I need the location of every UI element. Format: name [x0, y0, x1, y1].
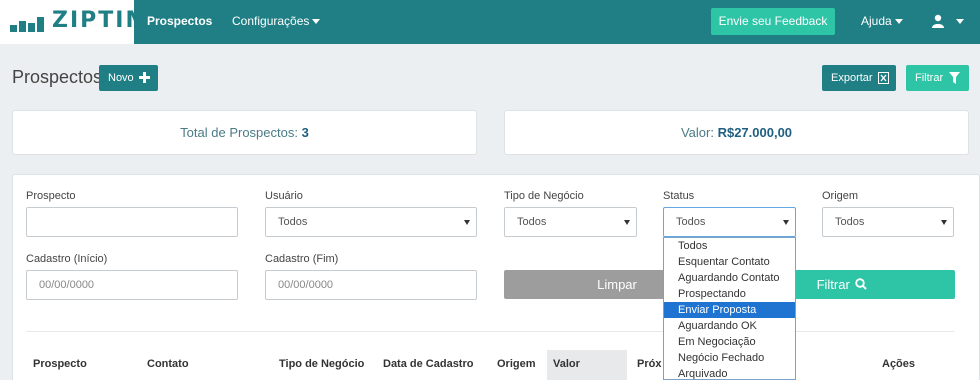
- chevron-down-icon: [624, 220, 630, 225]
- status-option[interactable]: Todos: [664, 238, 795, 254]
- chevron-down-icon: [941, 220, 947, 225]
- cadastro-inicio-placeholder: 00/00/0000: [39, 279, 95, 291]
- total-prospectos-card: Total de Prospectos: 3: [12, 110, 477, 155]
- excel-file-icon: [878, 72, 889, 84]
- novo-label: Novo: [108, 72, 134, 84]
- cadastro-inicio-input[interactable]: 00/00/0000: [26, 270, 238, 300]
- filter-divider: [26, 331, 954, 332]
- status-option[interactable]: Negócio Fechado: [664, 350, 795, 366]
- tipo-negocio-select[interactable]: Todos: [504, 207, 637, 237]
- status-option[interactable]: Aguardando Contato: [664, 270, 795, 286]
- chevron-down-icon: [894, 19, 903, 25]
- th-proximo[interactable]: Próx: [637, 358, 661, 370]
- total-value: 3: [301, 125, 309, 140]
- prospecto-input[interactable]: [26, 207, 238, 237]
- chevron-down-icon: [312, 19, 321, 25]
- status-option[interactable]: Em Negociação: [664, 334, 795, 350]
- plus-icon: [139, 72, 150, 83]
- th-prospecto[interactable]: Prospecto: [33, 358, 87, 370]
- filtrar-label: Filtrar: [816, 277, 850, 292]
- logo-bars-icon: [10, 12, 44, 32]
- th-origem[interactable]: Origem: [497, 358, 536, 370]
- usuario-value: Todos: [278, 216, 308, 228]
- total-label: Total de Prospectos:: [180, 125, 302, 140]
- status-option[interactable]: Arquivado: [664, 366, 795, 379]
- user-menu-chevron-icon[interactable]: [956, 19, 964, 24]
- brand-logo[interactable]: ZIPTIME: [0, 0, 164, 44]
- usuario-select[interactable]: Todos: [265, 207, 477, 237]
- novo-button[interactable]: Novo: [99, 65, 158, 91]
- th-contato[interactable]: Contato: [147, 358, 189, 370]
- user-icon[interactable]: [932, 14, 944, 28]
- chevron-down-icon: [783, 220, 789, 225]
- search-icon: [855, 278, 868, 290]
- origem-select[interactable]: Todos: [822, 207, 954, 237]
- origem-label: Origem: [822, 190, 859, 202]
- nav-ajuda[interactable]: Ajuda: [861, 14, 903, 28]
- filtrar-toggle-button[interactable]: Filtrar: [906, 65, 969, 91]
- valor-label: Valor:: [680, 125, 718, 140]
- cadastro-fim-label: Cadastro (Fim): [265, 253, 339, 265]
- th-data-cadastro[interactable]: Data de Cadastro: [383, 358, 473, 370]
- origem-value: Todos: [835, 216, 865, 228]
- exportar-button[interactable]: Exportar: [822, 65, 896, 91]
- th-valor[interactable]: Valor: [553, 358, 580, 370]
- status-value: Todos: [676, 216, 706, 228]
- status-dropdown-list: Todos Esquentar Contato Aguardando Contato…: [663, 237, 796, 380]
- status-option[interactable]: Esquentar Contato: [664, 254, 795, 270]
- usuario-label: Usuário: [265, 190, 303, 202]
- chevron-down-icon: [464, 220, 470, 225]
- status-option[interactable]: Prospectando: [664, 286, 795, 302]
- cadastro-inicio-label: Cadastro (Início): [26, 253, 108, 265]
- th-acoes: Ações: [882, 358, 916, 370]
- prospecto-label: Prospecto: [26, 190, 76, 202]
- feedback-button[interactable]: Envie seu Feedback: [711, 8, 835, 35]
- status-label: Status: [663, 190, 695, 202]
- nav-ajuda-label: Ajuda: [861, 14, 892, 28]
- nav-configuracoes[interactable]: Configurações: [232, 14, 321, 28]
- th-tipo-negocio[interactable]: Tipo de Negócio: [279, 358, 364, 370]
- nav-configuracoes-label: Configurações: [232, 14, 310, 28]
- top-navbar: ZIPTIME Prospectos Configurações Envie s…: [0, 0, 980, 44]
- cadastro-fim-input[interactable]: 00/00/0000: [265, 270, 477, 300]
- filter-icon: [949, 72, 960, 84]
- exportar-label: Exportar: [831, 72, 873, 84]
- tipo-negocio-value: Todos: [517, 216, 547, 228]
- status-option[interactable]: Enviar Proposta: [664, 302, 795, 318]
- status-option[interactable]: Aguardando OK: [664, 318, 795, 334]
- filtrar-toggle-label: Filtrar: [915, 72, 944, 84]
- cadastro-fim-placeholder: 00/00/0000: [278, 279, 334, 291]
- page-title: Prospectos: [12, 67, 103, 87]
- status-select[interactable]: Todos: [663, 207, 796, 237]
- nav-prospectos[interactable]: Prospectos: [147, 14, 212, 28]
- valor-value: R$27.000,00: [717, 125, 793, 140]
- valor-card: Valor: R$27.000,00: [504, 110, 969, 155]
- tipo-negocio-label: Tipo de Negócio: [504, 190, 584, 202]
